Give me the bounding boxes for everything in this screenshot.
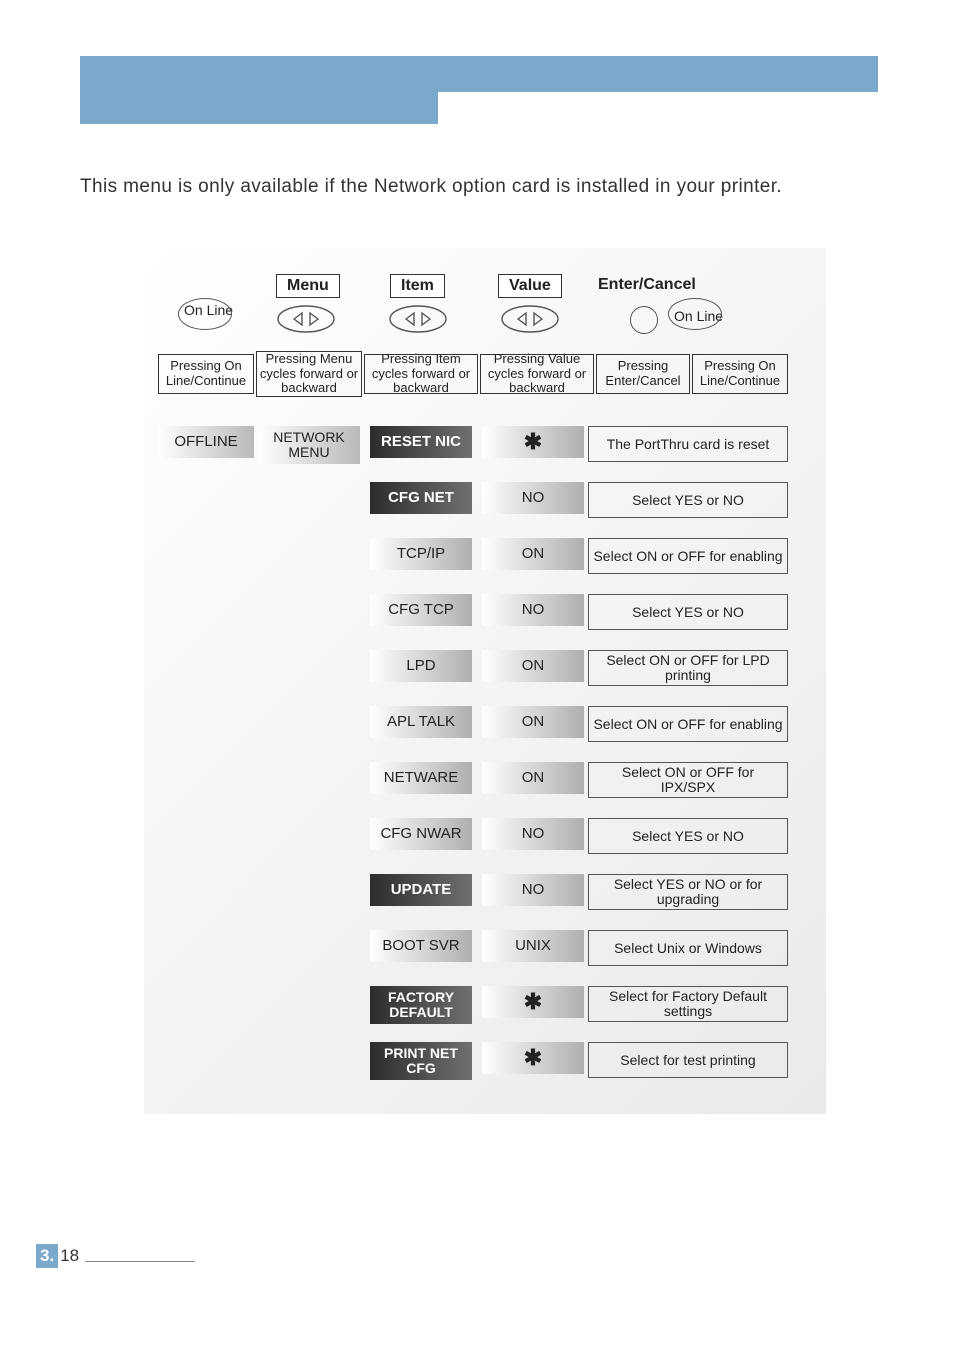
item-cell: RESET NIC	[370, 426, 472, 458]
desc-online: Pressing On Line/Continue	[158, 354, 254, 394]
item-cell: PRINT NET CFG	[370, 1042, 472, 1080]
enter-desc-cell: Select ON or OFF for enabling	[588, 538, 788, 574]
enter-desc-cell: Select for test printing	[588, 1042, 788, 1078]
menu-row: BOOT SVR UNIXSelect Unix or Windows	[144, 930, 826, 966]
header-enter: Enter/Cancel	[588, 274, 706, 296]
menu-arrows-icon	[276, 304, 336, 334]
value-cell: ON	[482, 650, 584, 682]
item-cell: NETWARE	[370, 762, 472, 794]
item-arrows-icon	[388, 304, 448, 334]
desc-menu: Pressing Menu cycles forward or backward	[256, 351, 362, 397]
menu-row: UPDATE NOSelect YES or NO or for upgradin…	[144, 874, 826, 910]
menu-row: PRINT NET CFG ✱Select for test printing	[144, 1042, 826, 1078]
online-oval-right	[668, 298, 722, 330]
enter-desc-cell: Select YES or NO	[588, 594, 788, 630]
intro-text: This menu is only available if the Netwo…	[80, 172, 880, 201]
page-footer: 3. 18	[36, 1244, 195, 1268]
value-star-icon: ✱	[482, 1042, 584, 1074]
desc-row: Pressing On Line/Continue Pressing Menu …	[144, 354, 826, 398]
footer-section: 3.	[36, 1244, 58, 1268]
desc-online2: Pressing On Line/Continue	[692, 354, 788, 394]
network-menu-cell: NETWORK MENU	[258, 426, 360, 464]
enter-desc-cell: Select ON or OFF for LPD printing	[588, 650, 788, 686]
value-cell: ON	[482, 538, 584, 570]
menu-row: LPD ONSelect ON or OFF for LPD printing	[144, 650, 826, 686]
item-cell: LPD	[370, 650, 472, 682]
item-cell: UPDATE	[370, 874, 472, 906]
desc-item: Pressing Item cycles forward or backward	[364, 354, 478, 394]
footer-line	[85, 1261, 195, 1262]
enter-desc-cell: Select YES or NO	[588, 482, 788, 518]
header-notch	[438, 92, 879, 126]
diagram-panel: Menu Item Value Enter/Cancel On Line On …	[144, 248, 826, 1114]
item-cell: CFG TCP	[370, 594, 472, 626]
menu-row: APL TALK ONSelect ON or OFF for enabling	[144, 706, 826, 742]
value-arrows-icon	[500, 304, 560, 334]
value-cell: ON	[482, 706, 584, 738]
value-cell: UNIX	[482, 930, 584, 962]
menu-row: OFFLINENETWORK MENU RESET NIC ✱The PortThr…	[144, 426, 826, 462]
item-cell: CFG NET	[370, 482, 472, 514]
item-cell: CFG NWAR	[370, 818, 472, 850]
value-star-icon: ✱	[482, 426, 584, 458]
header-value: Value	[498, 274, 562, 298]
value-cell: NO	[482, 594, 584, 626]
enter-desc-cell: Select YES or NO	[588, 818, 788, 854]
item-cell: TCP/IP	[370, 538, 472, 570]
menu-row: CFG TCP NOSelect YES or NO	[144, 594, 826, 630]
header-menu: Menu	[276, 274, 340, 298]
value-cell: ON	[482, 762, 584, 794]
enter-desc-cell: Select for Factory Default settings	[588, 986, 788, 1022]
menu-row: NETWARE ONSelect ON or OFF for IPX/SPX	[144, 762, 826, 798]
menu-row: CFG NWAR NOSelect YES or NO	[144, 818, 826, 854]
footer-page: 18	[58, 1246, 79, 1266]
enter-circle-icon	[630, 306, 658, 334]
enter-desc-cell: Select ON or OFF for enabling	[588, 706, 788, 742]
online-oval-left	[178, 298, 232, 330]
column-headers: Menu Item Value Enter/Cancel	[144, 274, 826, 304]
item-cell: APL TALK	[370, 706, 472, 738]
menu-row: TCP/IP ONSelect ON or OFF for enabling	[144, 538, 826, 574]
value-cell: NO	[482, 874, 584, 906]
header-item: Item	[390, 274, 445, 298]
enter-desc-cell: Select Unix or Windows	[588, 930, 788, 966]
desc-enter: Pressing Enter/Cancel	[596, 354, 690, 394]
desc-value: Pressing Value cycles forward or backwar…	[480, 354, 594, 394]
menu-row: CFG NET NOSelect YES or NO	[144, 482, 826, 518]
enter-desc-cell: Select YES or NO or for upgrading	[588, 874, 788, 910]
item-cell: BOOT SVR	[370, 930, 472, 962]
value-star-icon: ✱	[482, 986, 584, 1018]
value-cell: NO	[482, 818, 584, 850]
enter-desc-cell: Select ON or OFF for IPX/SPX	[588, 762, 788, 798]
menu-row: FACTORY DEFAULT ✱Select for Factory Defau…	[144, 986, 826, 1022]
enter-desc-cell: The PortThru card is reset	[588, 426, 788, 462]
offline-cell: OFFLINE	[158, 426, 254, 458]
item-cell: FACTORY DEFAULT	[370, 986, 472, 1024]
value-cell: NO	[482, 482, 584, 514]
